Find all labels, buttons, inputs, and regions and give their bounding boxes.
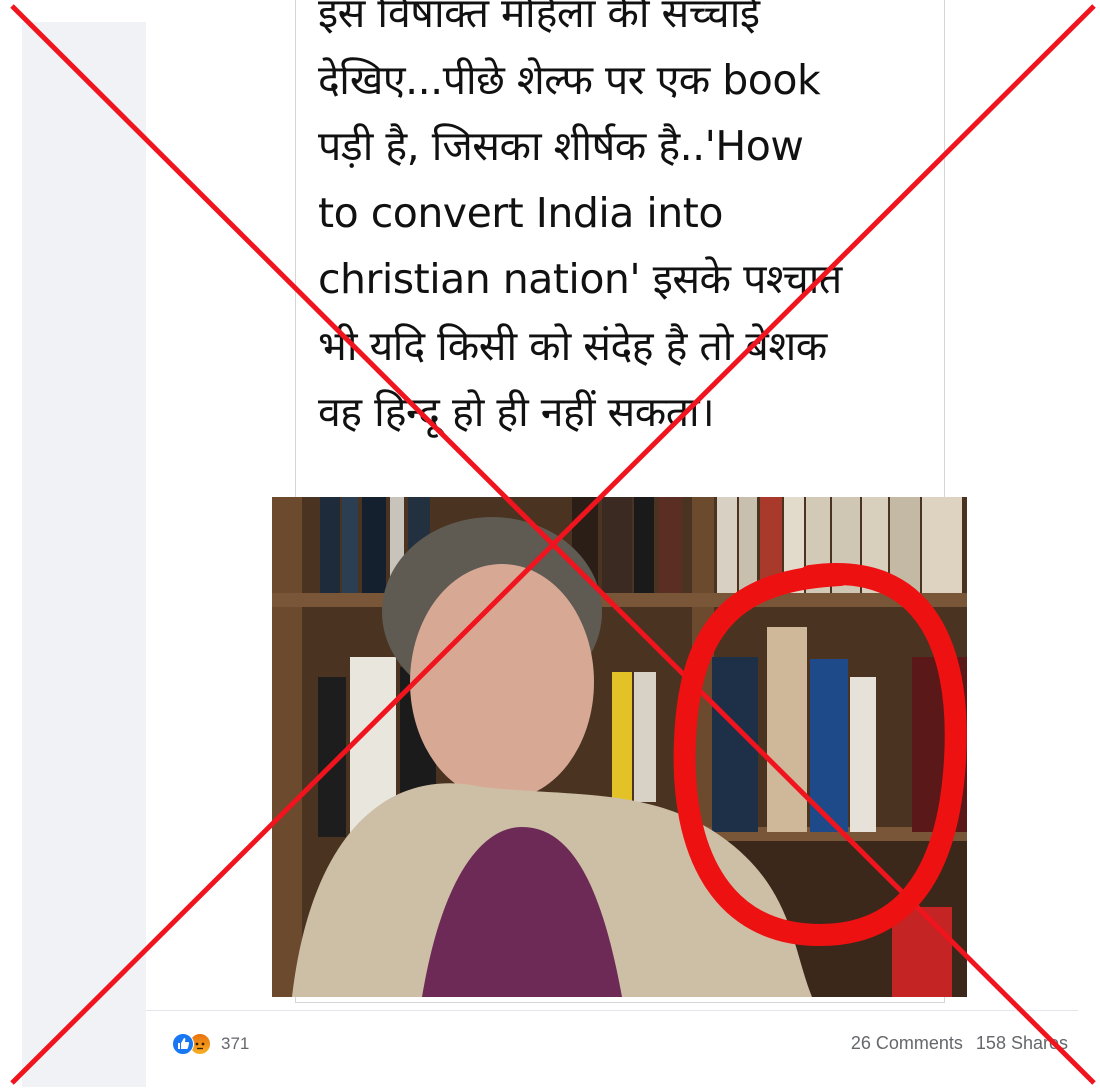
reaction-count: 371 — [221, 1034, 250, 1053]
like-icon — [172, 1033, 194, 1055]
feed-side-margin — [22, 22, 146, 1087]
caption-line: इस विषाक्त महिला की सच्चाई — [318, 0, 760, 37]
reactions-summary[interactable]: 371 — [172, 1033, 249, 1055]
caption-line: to convert India into — [318, 188, 723, 237]
shares-count-link[interactable]: 158 Shares — [976, 1033, 1068, 1053]
caption-line: पड़ी है, जिसका शीर्षक है..'How — [318, 122, 804, 170]
comments-count-link[interactable]: 26 Comments — [851, 1033, 963, 1053]
engagement-stats: 26 Comments 158 Shares — [851, 1033, 1068, 1054]
caption-line: भी यदि किसी को संदेह है तो बेशक — [318, 321, 827, 370]
post-caption: इस विषाक्त महिला की सच्चाई देखिए...पीछे … — [318, 0, 928, 446]
post-photo[interactable] — [272, 497, 967, 997]
post-footer: 371 26 Comments 158 Shares — [146, 1010, 1078, 1088]
caption-line: वह हिन्दू हो ही नहीं सकता। — [318, 388, 715, 436]
photo-illustration — [272, 497, 967, 997]
caption-line: christian nation' इसके पश्चात — [318, 255, 842, 303]
caption-line: देखिए...पीछे शेल्फ पर एक book — [318, 55, 821, 104]
